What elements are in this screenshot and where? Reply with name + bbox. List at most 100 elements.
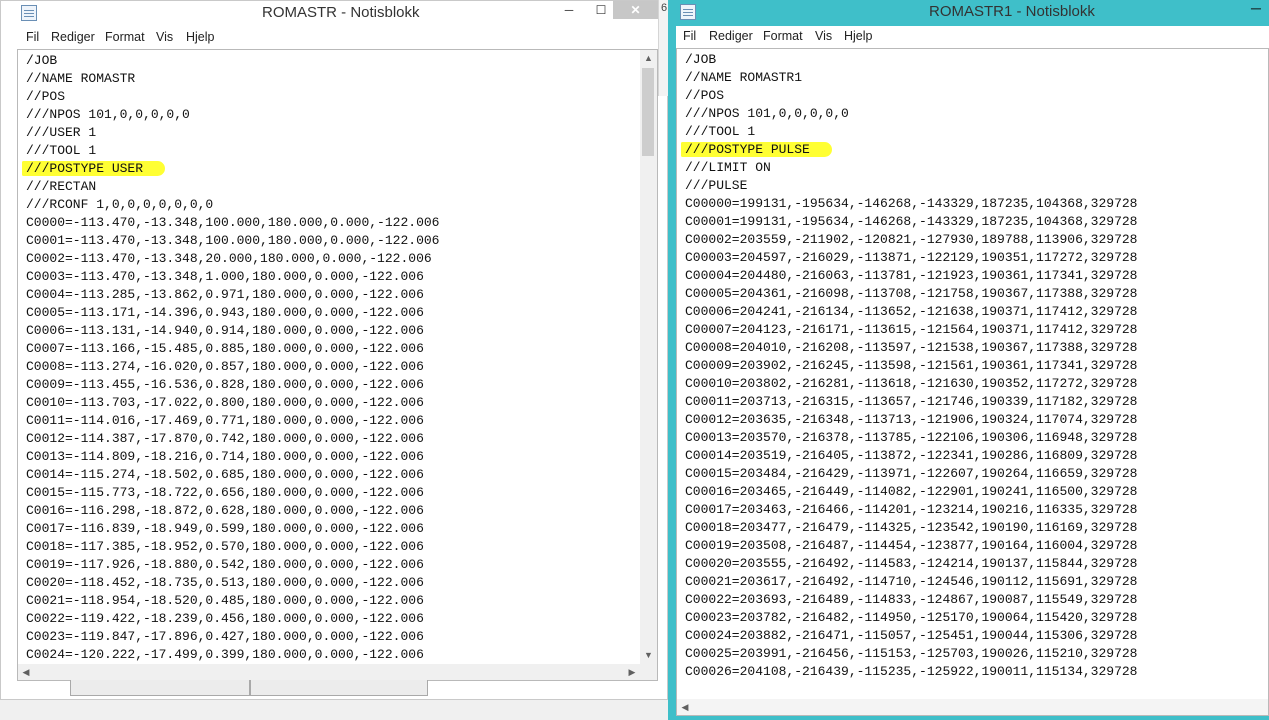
text-line[interactable]: C00000=199131,-195634,-146268,-143329,18… [685, 195, 1137, 213]
text-line[interactable]: C0017=-116.839,-18.949,0.599,180.000,0.0… [26, 520, 439, 538]
menu-hjelp[interactable]: Hjelp [186, 30, 215, 44]
scroll-down-icon[interactable]: ▼ [640, 647, 657, 664]
text-content[interactable]: /JOB //NAME ROMASTR1 //POS ///NPOS 101,0,0,… [681, 51, 1137, 681]
text-line[interactable]: C0012=-114.387,-17.870,0.742,180.000,0.0… [26, 430, 439, 448]
size-grip[interactable] [640, 664, 657, 680]
text-line[interactable]: C0009=-113.455,-16.536,0.828,180.000,0.0… [26, 376, 439, 394]
background-tab[interactable] [70, 680, 250, 696]
text-line[interactable]: ///USER 1 [26, 124, 439, 142]
text-line[interactable]: C00008=204010,-216208,-113597,-121538,19… [685, 339, 1137, 357]
text-line[interactable]: //NAME ROMASTR [26, 70, 439, 88]
text-line[interactable]: ///LIMIT ON [685, 159, 1137, 177]
text-line[interactable]: C0006=-113.131,-14.940,0.914,180.000,0.0… [26, 322, 439, 340]
menu-vis[interactable]: Vis [815, 29, 832, 43]
text-line[interactable]: C0018=-117.385,-18.952,0.570,180.000,0.0… [26, 538, 439, 556]
text-content[interactable]: /JOB //NAME ROMASTR //POS ///NPOS 101,0,0,0… [22, 52, 439, 664]
text-line[interactable]: ///NPOS 101,0,0,0,0,0 [685, 105, 1137, 123]
text-line[interactable]: ///RCONF 1,0,0,0,0,0,0,0 [26, 196, 439, 214]
text-line[interactable]: C0014=-115.274,-18.502,0.685,180.000,0.0… [26, 466, 439, 484]
text-line[interactable]: C0023=-119.847,-17.896,0.427,180.000,0.0… [26, 628, 439, 646]
vertical-scrollbar[interactable]: ▲ ▼ [640, 50, 657, 664]
text-line[interactable]: C00023=203782,-216482,-114950,-125170,19… [685, 609, 1137, 627]
text-line[interactable]: C0003=-113.470,-13.348,1.000,180.000,0.0… [26, 268, 439, 286]
title-bar[interactable]: ROMASTR - Notisblokk ─ ☐ ✕ [1, 1, 667, 25]
menu-rediger[interactable]: Rediger [51, 30, 95, 44]
menu-format[interactable]: Format [763, 29, 803, 43]
text-editor[interactable]: /JOB //NAME ROMASTR //POS ///NPOS 101,0,0,0… [17, 49, 658, 681]
text-line[interactable]: C00010=203802,-216281,-113618,-121630,19… [685, 375, 1137, 393]
text-line[interactable]: C0016=-116.298,-18.872,0.628,180.000,0.0… [26, 502, 439, 520]
text-line[interactable]: C0015=-115.773,-18.722,0.656,180.000,0.0… [26, 484, 439, 502]
text-line[interactable]: /JOB [26, 52, 439, 70]
text-line[interactable]: C00001=199131,-195634,-146268,-143329,18… [685, 213, 1137, 231]
text-line[interactable]: ///TOOL 1 [685, 123, 1137, 141]
notepad-window-romastr[interactable]: ROMASTR - Notisblokk ─ ☐ ✕ Fil Rediger F… [0, 0, 668, 700]
text-line[interactable]: ///POSTYPE PULSE [681, 141, 1137, 159]
text-line[interactable]: C00019=203508,-216487,-114454,-123877,19… [685, 537, 1137, 555]
text-line[interactable]: C00025=203991,-216456,-115153,-125703,19… [685, 645, 1137, 663]
text-line[interactable]: C00004=204480,-216063,-113781,-121923,19… [685, 267, 1137, 285]
menu-hjelp[interactable]: Hjelp [844, 29, 873, 43]
text-line[interactable]: C00012=203635,-216348,-113713,-121906,19… [685, 411, 1137, 429]
scroll-left-icon[interactable]: ◀ [677, 699, 693, 715]
text-line[interactable]: C00026=204108,-216439,-115235,-125922,19… [685, 663, 1137, 681]
text-line[interactable]: C00013=203570,-216378,-113785,-122106,19… [685, 429, 1137, 447]
text-line[interactable]: C00002=203559,-211902,-120821,-127930,18… [685, 231, 1137, 249]
text-line[interactable]: ///POSTYPE USER [22, 160, 439, 178]
text-line[interactable]: C00007=204123,-216171,-113615,-121564,19… [685, 321, 1137, 339]
text-line[interactable]: C0000=-113.470,-13.348,100.000,180.000,0… [26, 214, 439, 232]
scroll-left-icon[interactable]: ◀ [18, 664, 34, 680]
text-line[interactable]: C00006=204241,-216134,-113652,-121638,19… [685, 303, 1137, 321]
text-line[interactable]: C0013=-114.809,-18.216,0.714,180.000,0.0… [26, 448, 439, 466]
text-line[interactable]: C00021=203617,-216492,-114710,-124546,19… [685, 573, 1137, 591]
text-line[interactable]: //NAME ROMASTR1 [685, 69, 1137, 87]
text-line[interactable]: C0010=-113.703,-17.022,0.800,180.000,0.0… [26, 394, 439, 412]
text-line[interactable]: C0001=-113.470,-13.348,100.000,180.000,0… [26, 232, 439, 250]
text-line[interactable]: C00017=203463,-216466,-114201,-123214,19… [685, 501, 1137, 519]
text-line[interactable]: C00018=203477,-216479,-114325,-123542,19… [685, 519, 1137, 537]
text-line[interactable]: C0011=-114.016,-17.469,0.771,180.000,0.0… [26, 412, 439, 430]
scroll-up-icon[interactable]: ▲ [640, 50, 657, 67]
menu-fil[interactable]: Fil [683, 29, 696, 43]
text-line[interactable]: //POS [26, 88, 439, 106]
text-line[interactable]: C00016=203465,-216449,-114082,-122901,19… [685, 483, 1137, 501]
text-line[interactable]: C00022=203693,-216489,-114833,-124867,19… [685, 591, 1137, 609]
text-line[interactable]: //POS [685, 87, 1137, 105]
close-button[interactable]: ✕ [613, 1, 658, 19]
text-line[interactable]: C0022=-119.422,-18.239,0.456,180.000,0.0… [26, 610, 439, 628]
text-line[interactable]: C0019=-117.926,-18.880,0.542,180.000,0.0… [26, 556, 439, 574]
menu-rediger[interactable]: Rediger [709, 29, 753, 43]
scrollbar-thumb[interactable] [642, 68, 654, 156]
title-bar[interactable]: ROMASTR1 - Notisblokk ─ [668, 0, 1269, 24]
text-line[interactable]: C0005=-113.171,-14.396,0.943,180.000,0.0… [26, 304, 439, 322]
text-line[interactable]: C00009=203902,-216245,-113598,-121561,19… [685, 357, 1137, 375]
horizontal-scrollbar[interactable]: ◀ ▶ [18, 664, 640, 680]
text-line[interactable]: ///TOOL 1 [26, 142, 439, 160]
menu-vis[interactable]: Vis [156, 30, 173, 44]
text-line[interactable]: C00024=203882,-216471,-115057,-125451,19… [685, 627, 1137, 645]
text-line[interactable]: C0007=-113.166,-15.485,0.885,180.000,0.0… [26, 340, 439, 358]
text-line[interactable]: C00003=204597,-216029,-113871,-122129,19… [685, 249, 1137, 267]
text-line[interactable]: C00011=203713,-216315,-113657,-121746,19… [685, 393, 1137, 411]
text-line[interactable]: C00020=203555,-216492,-114583,-124214,19… [685, 555, 1137, 573]
text-line[interactable]: C0020=-118.452,-18.735,0.513,180.000,0.0… [26, 574, 439, 592]
text-line[interactable]: ///RECTAN [26, 178, 439, 196]
text-line[interactable]: ///PULSE [685, 177, 1137, 195]
text-line[interactable]: C0021=-118.954,-18.520,0.485,180.000,0.0… [26, 592, 439, 610]
text-line[interactable]: ///NPOS 101,0,0,0,0,0 [26, 106, 439, 124]
menu-fil[interactable]: Fil [26, 30, 39, 44]
text-line[interactable]: C0024=-120.222,-17.499,0.399,180.000,0.0… [26, 646, 439, 664]
notepad-window-romastr1[interactable]: ROMASTR1 - Notisblokk ─ Fil Rediger Form… [668, 0, 1269, 720]
text-line[interactable]: C00014=203519,-216405,-113872,-122341,19… [685, 447, 1137, 465]
text-editor[interactable]: /JOB //NAME ROMASTR1 //POS ///NPOS 101,0,0,… [676, 48, 1269, 716]
text-line[interactable]: C0008=-113.274,-16.020,0.857,180.000,0.0… [26, 358, 439, 376]
text-line[interactable]: C00005=204361,-216098,-113708,-121758,19… [685, 285, 1137, 303]
background-tab[interactable] [250, 680, 428, 696]
text-line[interactable]: C0002=-113.470,-13.348,20.000,180.000,0.… [26, 250, 439, 268]
minimize-button[interactable]: ─ [1246, 0, 1266, 18]
horizontal-scrollbar[interactable]: ◀ [677, 699, 1268, 715]
text-line[interactable]: /JOB [685, 51, 1137, 69]
menu-format[interactable]: Format [105, 30, 145, 44]
scroll-right-icon[interactable]: ▶ [624, 664, 640, 680]
text-line[interactable]: C0004=-113.285,-13.862,0.971,180.000,0.0… [26, 286, 439, 304]
